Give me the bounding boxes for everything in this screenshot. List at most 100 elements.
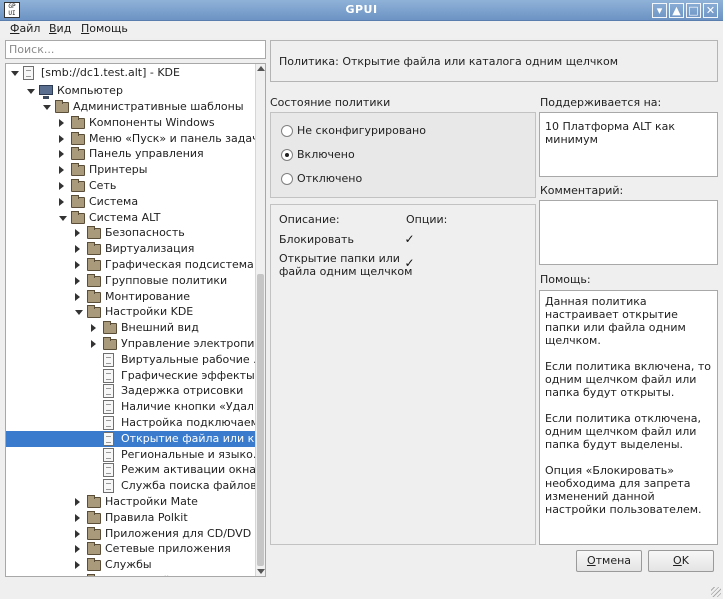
- tree-scrollbar[interactable]: [255, 64, 265, 576]
- expand-arrow-right-icon[interactable]: [75, 498, 80, 506]
- tree-row-selected[interactable]: Открытие файла или к...: [6, 430, 255, 447]
- expand-arrow-right-icon[interactable]: [75, 513, 80, 522]
- tree-row[interactable]: Приложения для CD/DVD: [6, 526, 255, 542]
- tree-row[interactable]: Удаленный доступ через V...: [6, 573, 255, 576]
- close-button[interactable]: ✕: [703, 3, 718, 18]
- comment-textarea[interactable]: [539, 200, 718, 265]
- search-input[interactable]: [5, 40, 266, 59]
- tree-row[interactable]: Административные шаблоны: [6, 99, 255, 115]
- radio-enabled-label: Включено: [297, 148, 355, 161]
- expand-arrow-right-icon[interactable]: [91, 324, 96, 333]
- computer-icon: [39, 85, 53, 99]
- tree-row[interactable]: Настройки KDE: [6, 304, 255, 320]
- tree-row-label: Приложения для CD/DVD: [105, 526, 252, 540]
- tree-row-label: Настройки Mate: [105, 495, 198, 508]
- shade-button[interactable]: ▾: [652, 3, 667, 18]
- tree-row[interactable]: Задержка отрисовки: [6, 383, 255, 399]
- tree-row[interactable]: Виртуализация: [6, 241, 255, 257]
- tree-row[interactable]: [smb://dc1.test.alt] - KDE: [6, 65, 255, 83]
- options-header: Опции:: [406, 213, 448, 226]
- tree-row[interactable]: Групповые политики: [6, 273, 255, 289]
- tree-row[interactable]: Служба поиска файлов: [6, 478, 255, 494]
- maximize-button[interactable]: □: [686, 3, 701, 18]
- tree-row[interactable]: Сетевые приложения: [6, 541, 255, 557]
- tree-row-label: Графические эффекты: [121, 368, 255, 382]
- expand-arrow-right-icon[interactable]: [59, 118, 64, 127]
- tree-row[interactable]: Службы: [6, 557, 255, 573]
- title-bar[interactable]: GP UI GPUI ▾ ▲ □ ✕: [0, 0, 723, 21]
- tree-row-label: Удаленный доступ через V...: [105, 574, 255, 576]
- scroll-down-arrow-icon[interactable]: [257, 569, 265, 574]
- scroll-thumb[interactable]: [257, 274, 264, 566]
- expand-arrow-right-icon[interactable]: [75, 561, 80, 570]
- folder-icon: [71, 131, 85, 145]
- expand-arrow-right-icon[interactable]: [75, 529, 80, 538]
- doc-icon: [103, 368, 114, 383]
- tree-row[interactable]: Внешний вид: [6, 320, 255, 336]
- radio-enabled-indicator[interactable]: [281, 149, 293, 161]
- tree-row[interactable]: Виртуальные рабочие ...: [6, 352, 255, 368]
- expand-arrow-right-icon[interactable]: [59, 182, 64, 190]
- expand-arrow-down-icon[interactable]: [59, 215, 67, 221]
- tree-row[interactable]: Региональные и языко...: [6, 447, 255, 463]
- tree-row[interactable]: Настройка подключаем...: [6, 415, 255, 431]
- resize-grip[interactable]: [711, 587, 721, 597]
- state-label: Состояние политики: [270, 96, 391, 109]
- expand-arrow-right-icon[interactable]: [91, 340, 96, 348]
- tree-row[interactable]: Меню «Пуск» и панель задач: [6, 131, 255, 147]
- tree-row[interactable]: Сеть: [6, 178, 255, 194]
- menu-help[interactable]: Помощь: [81, 22, 128, 35]
- tree-row-label: [smb://dc1.test.alt] - KDE: [41, 66, 180, 79]
- expand-arrow-down-icon[interactable]: [75, 310, 83, 316]
- tree-row[interactable]: Графическая подсистема: [6, 257, 255, 273]
- expand-arrow-down-icon[interactable]: [27, 89, 35, 94]
- tree-row[interactable]: Наличие кнопки «Удал...: [6, 399, 255, 415]
- expand-arrow-right-icon[interactable]: [75, 292, 80, 301]
- folder-icon: [71, 210, 85, 224]
- tree-row[interactable]: Правила Polkit: [6, 510, 255, 526]
- folder-icon: [103, 337, 117, 350]
- tree-row-label: Служба поиска файлов: [121, 479, 255, 493]
- tree-row[interactable]: Монтирование: [6, 289, 255, 305]
- tree-row[interactable]: Система: [6, 194, 255, 210]
- tree-row[interactable]: Настройки Mate: [6, 494, 255, 510]
- policy-tree[interactable]: [smb://dc1.test.alt] - KDE Компьютер Админ…: [5, 63, 266, 577]
- minimize-button[interactable]: ▲: [669, 3, 684, 18]
- expand-arrow-right-icon[interactable]: [75, 229, 80, 238]
- tree-row[interactable]: Панель управления: [6, 146, 255, 162]
- tree-row[interactable]: Графические эффекты: [6, 368, 255, 384]
- expand-arrow-right-icon[interactable]: [75, 245, 80, 254]
- tree-row[interactable]: Управление электропи...: [6, 336, 255, 352]
- menu-file[interactable]: Файл: [10, 22, 40, 35]
- tree-row[interactable]: Режим активации окна: [6, 462, 255, 478]
- tree-row[interactable]: Безопасность: [6, 225, 255, 241]
- tree-row[interactable]: Компоненты Windows: [6, 115, 255, 131]
- scroll-up-arrow-icon[interactable]: [257, 66, 265, 71]
- expand-arrow-right-icon[interactable]: [59, 166, 64, 175]
- expand-arrow-right-icon[interactable]: [75, 261, 80, 269]
- comment-label: Комментарий:: [540, 184, 624, 197]
- tree-row[interactable]: Система ALT: [6, 210, 255, 226]
- expand-arrow-right-icon[interactable]: [59, 134, 64, 143]
- expand-arrow-right-icon[interactable]: [75, 276, 80, 285]
- expand-arrow-right-icon[interactable]: [59, 197, 64, 206]
- option-block-checkbox[interactable]: ✓: [404, 233, 415, 245]
- tree-row-label: Компоненты Windows: [89, 115, 215, 129]
- option-single-click-checkbox[interactable]: ✓: [404, 257, 415, 269]
- description-header: Описание:: [279, 213, 340, 226]
- tree-row[interactable]: Принтеры: [6, 162, 255, 178]
- expand-arrow-down-icon[interactable]: [11, 71, 19, 76]
- tree-row-label: Региональные и языко...: [121, 447, 255, 461]
- expand-arrow-right-icon[interactable]: [59, 150, 64, 159]
- expand-arrow-down-icon[interactable]: [43, 105, 51, 110]
- radio-disabled-indicator[interactable]: [281, 173, 293, 185]
- tree-row[interactable]: Компьютер: [6, 83, 255, 99]
- tree-row-label: Компьютер: [57, 84, 123, 97]
- options-group: Описание: Опции: Блокировать ✓ Открытие …: [270, 204, 536, 545]
- cancel-button-mnemonic: О: [586, 554, 596, 567]
- expand-arrow-right-icon[interactable]: [75, 545, 80, 554]
- cancel-button[interactable]: Отмена: [576, 550, 642, 572]
- radio-not-configured-indicator[interactable]: [281, 125, 293, 137]
- menu-view[interactable]: Вид: [49, 22, 71, 35]
- ok-button[interactable]: OK: [648, 550, 714, 572]
